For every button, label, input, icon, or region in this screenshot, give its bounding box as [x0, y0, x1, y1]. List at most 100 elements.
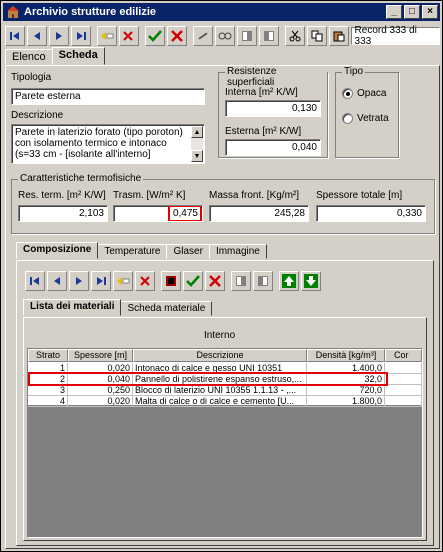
radio-opaca[interactable]: Opaca [342, 88, 386, 99]
cell-densita: 1.400,0 [307, 363, 385, 374]
move-up-icon[interactable] [279, 271, 299, 291]
minimize-button[interactable]: _ [386, 5, 402, 19]
tab-elenco[interactable]: Elenco [5, 49, 53, 65]
trasm-field[interactable]: 0,475 [113, 205, 203, 222]
paste-icon[interactable] [328, 26, 349, 46]
lista-panel: Interno Strato Spessore [m] Descrizione … [23, 317, 427, 541]
tools-icon[interactable] [192, 26, 213, 46]
cell-spessore: 0,250 [68, 385, 133, 396]
radio-vetrata[interactable]: Vetrata [342, 113, 389, 124]
cell-cor [385, 396, 422, 407]
tab-temperature[interactable]: Temperature [97, 244, 168, 259]
toolbar: Record 333 di 333 [5, 25, 441, 47]
radio-vetrata-dot[interactable] [342, 113, 353, 124]
cell-spessore: 0,020 [68, 396, 133, 407]
table-row[interactable]: 4 0,020 Malta di calce o di calce e ceme… [28, 396, 422, 407]
cell-spessore: 0,020 [68, 363, 133, 374]
last-material-button[interactable] [91, 271, 111, 291]
caratteristiche-title: Caratteristiche termofisiche [18, 173, 144, 184]
composizione-panel: Lista dei materiali Scheda materiale Int… [16, 260, 434, 546]
col-strato[interactable]: Strato [28, 349, 68, 362]
next-material-button[interactable] [69, 271, 89, 291]
radio-opaca-dot[interactable] [342, 88, 353, 99]
first-material-button[interactable] [25, 271, 45, 291]
search-icon[interactable] [214, 26, 235, 46]
cell-densita: 720,0 [307, 385, 385, 396]
table-row[interactable]: 3 0,250 Blocco di laterizio UNI 10355 1.… [28, 385, 422, 396]
confirm-button[interactable] [144, 26, 165, 46]
tab-immagine[interactable]: Immagine [208, 244, 267, 259]
col-descrizione[interactable]: Descrizione [133, 349, 307, 362]
tab-scheda[interactable]: Scheda [51, 47, 105, 65]
cell-descrizione: Intonaco di calce e gesso UNI 10351 [133, 363, 307, 374]
col-spessore[interactable]: Spessore [m] [68, 349, 133, 362]
massa-label: Massa front. [Kg/m²] [209, 190, 300, 201]
descrizione-scrollbar[interactable]: ▲ ▼ [191, 126, 203, 162]
interna-label: Interna [m² K/W] [225, 87, 298, 98]
prev-record-button[interactable] [26, 26, 47, 46]
table-row[interactable]: 2 0,040 Pannello di polistirene espanso … [28, 374, 422, 385]
cell-densita: 32,0 [307, 374, 385, 385]
cell-strato: 1 [28, 363, 68, 374]
radio-vetrata-label: Vetrata [357, 113, 389, 124]
delete-record-button[interactable] [118, 26, 139, 46]
materials-db-icon[interactable] [161, 271, 181, 291]
table-row[interactable]: 1 0,020 Intonaco di calce e gesso UNI 10… [28, 363, 422, 374]
esterna-field[interactable]: 0,040 [225, 139, 321, 156]
grid-header: Strato Spessore [m] Descrizione Densità … [28, 349, 422, 362]
copy-material-button[interactable] [231, 271, 251, 291]
copy-icon[interactable] [306, 26, 327, 46]
materiali-tabs: Lista dei materiali Scheda materiale [23, 299, 213, 316]
tipologia-label: Tipologia [11, 72, 52, 83]
materials-grid: Strato Spessore [m] Descrizione Densità … [27, 348, 423, 538]
paste-structure-button[interactable] [258, 26, 279, 46]
res-term-field[interactable]: 2,103 [18, 205, 108, 222]
tipologia-field[interactable]: Parete esterna [11, 88, 205, 105]
main-tabs: Elenco Scheda [5, 47, 105, 65]
copy-structure-button[interactable] [236, 26, 257, 46]
massa-field[interactable]: 245,28 [209, 205, 309, 222]
first-record-button[interactable] [5, 26, 25, 46]
app-window: Archivio strutture edilizie _ □ × Record… [0, 0, 443, 552]
insert-record-button[interactable] [96, 26, 117, 46]
interna-field[interactable]: 0,130 [225, 100, 321, 117]
tab-composizione[interactable]: Composizione [16, 242, 99, 259]
close-button[interactable]: × [422, 5, 438, 19]
maximize-button[interactable]: □ [404, 5, 420, 19]
descrizione-label: Descrizione [11, 110, 64, 121]
descrizione-textarea[interactable]: Parete in laterizio forato (tipo poroton… [11, 124, 205, 164]
scroll-up-icon[interactable]: ▲ [191, 126, 203, 138]
title-bar[interactable]: Archivio strutture edilizie _ □ × [3, 3, 440, 21]
cell-descrizione: Blocco di laterizio UNI 10355 1.1.13 - ,… [133, 385, 307, 396]
tab-scheda-materiale[interactable]: Scheda materiale [120, 301, 213, 316]
res-term-label: Res. term. [m² K/W] [18, 190, 106, 201]
paste-material-button[interactable] [253, 271, 273, 291]
materials-toolbar [25, 271, 321, 291]
delete-material-button[interactable] [135, 271, 155, 291]
cancel-button[interactable] [166, 26, 187, 46]
confirm-material-button[interactable] [183, 271, 203, 291]
col-densita[interactable]: Densità [kg/m³] [307, 349, 385, 362]
prev-material-button[interactable] [47, 271, 67, 291]
tipo-title: Tipo [342, 66, 366, 77]
cut-icon[interactable] [284, 26, 305, 46]
last-record-button[interactable] [70, 26, 91, 46]
cell-descrizione: Pannello di polistirene espanso estruso,… [133, 374, 307, 385]
scroll-down-icon[interactable]: ▼ [191, 150, 203, 162]
trasm-label: Trasm. [W/m² K] [113, 190, 186, 201]
spessore-field[interactable]: 0,330 [316, 205, 426, 222]
next-record-button[interactable] [48, 26, 69, 46]
tab-glaser[interactable]: Glaser [166, 244, 210, 259]
spessore-label: Spessore totale [m] [316, 190, 403, 201]
scheda-panel: Tipologia Parete esterna Descrizione Par… [5, 65, 440, 549]
resistenze-group: Resistenze superficiali Interna [m² K/W]… [218, 66, 328, 158]
building-icon [6, 6, 20, 18]
col-cor[interactable]: Cor [385, 349, 422, 362]
cell-densita: 1.800,0 [307, 396, 385, 407]
trasm-value: 0,475 [168, 206, 202, 221]
move-down-icon[interactable] [301, 271, 321, 291]
cell-cor [385, 385, 422, 396]
insert-material-button[interactable] [113, 271, 133, 291]
tab-lista-materiali[interactable]: Lista dei materiali [23, 299, 122, 316]
cancel-material-button[interactable] [205, 271, 225, 291]
